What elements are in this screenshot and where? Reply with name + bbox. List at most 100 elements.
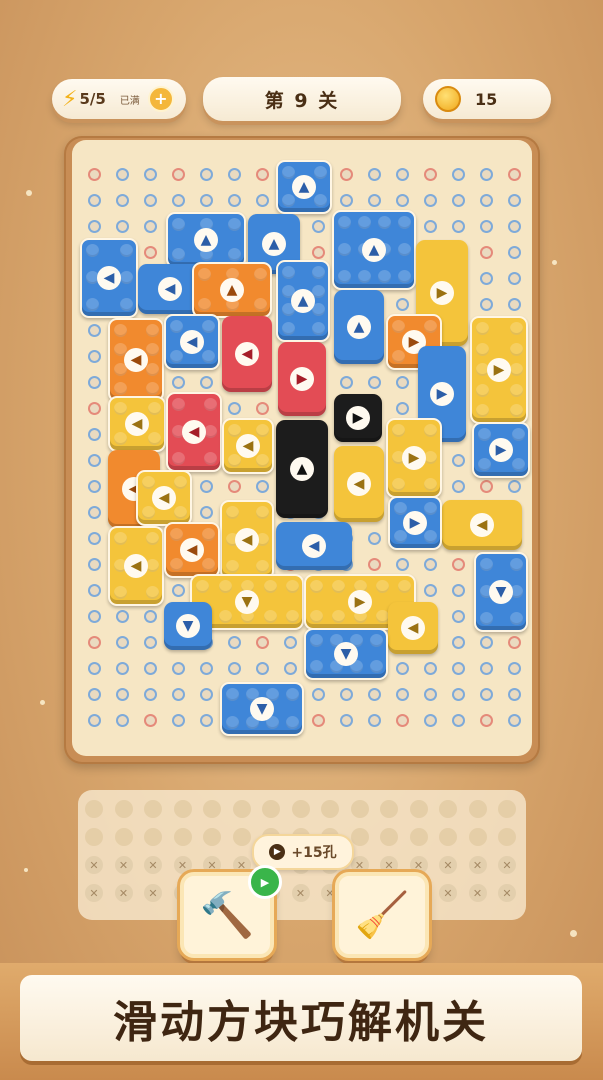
yellow-block[interactable]: ▶ <box>470 316 528 424</box>
block-stud <box>114 532 127 545</box>
tray-hole <box>468 828 487 846</box>
blue-block[interactable]: ◀ <box>80 238 138 318</box>
blue-block[interactable]: ▶ <box>388 496 442 550</box>
yellow-block[interactable]: ◀ <box>442 500 522 550</box>
orange-block[interactable]: ▲ <box>192 262 272 318</box>
blue-block[interactable]: ▼ <box>474 552 528 632</box>
locked-hole: ✕ <box>114 884 133 902</box>
block-stud <box>174 476 187 489</box>
yellow-block[interactable]: ◀ <box>334 446 384 522</box>
orange-block[interactable]: ◀ <box>164 522 220 578</box>
blue-block[interactable]: ▼ <box>220 682 304 736</box>
sparkle <box>24 868 28 872</box>
tray-hole <box>350 800 369 818</box>
peg-hole <box>90 560 99 569</box>
blue-block[interactable]: ▼ <box>304 628 388 680</box>
peg-hole <box>454 716 463 725</box>
peg-hole <box>202 716 211 725</box>
peg-hole <box>90 326 99 335</box>
tray-hole <box>439 800 457 818</box>
block-stud <box>172 248 185 261</box>
peg-hole <box>258 482 267 491</box>
peg-hole <box>90 612 99 621</box>
hammer-icon: 🔨 <box>199 890 255 941</box>
arrow-left-icon: ◀ <box>236 434 260 458</box>
peg-hole <box>118 612 127 621</box>
peg-hole <box>370 534 379 543</box>
yellow-block[interactable]: ▶ <box>386 418 442 498</box>
peg-hole <box>426 222 435 231</box>
yellow-block[interactable]: ◀ <box>388 602 438 654</box>
peg-hole <box>258 638 267 647</box>
yellow-block[interactable]: ◀ <box>136 470 192 526</box>
black-block[interactable]: ▶ <box>334 394 382 442</box>
yellow-block[interactable]: ◀ <box>108 526 164 606</box>
sparkle <box>570 930 577 937</box>
block-stud <box>120 244 133 257</box>
peg-hole <box>90 404 99 413</box>
block-stud <box>510 404 523 417</box>
broom-tool-button[interactable]: 🧹 <box>335 872 429 958</box>
peg-hole <box>454 638 463 647</box>
yellow-block[interactable]: ◀ <box>108 396 166 452</box>
energy-counter: ⚡ 5/5 已满 + <box>52 79 186 119</box>
arrow-up-icon: ▲ <box>290 457 314 481</box>
peg-hole <box>146 638 155 647</box>
block-stud <box>202 528 215 541</box>
block-stud <box>286 688 299 701</box>
blue-block[interactable]: ▲ <box>334 290 384 364</box>
yellow-block[interactable]: ◀ <box>220 500 274 580</box>
blue-block[interactable]: ▼ <box>164 602 212 650</box>
blue-block[interactable]: ▲ <box>276 160 332 214</box>
blue-block[interactable]: ▶ <box>472 422 530 478</box>
block-stud <box>424 424 437 437</box>
block-stud <box>358 270 371 283</box>
peg-hole <box>118 170 127 179</box>
tray-hole <box>350 828 369 846</box>
peg-hole <box>454 170 463 179</box>
block-stud <box>170 320 183 333</box>
block-stud <box>196 580 209 593</box>
red-block[interactable]: ◀ <box>222 316 272 392</box>
orange-block[interactable]: ◀ <box>108 318 164 402</box>
tray-hole <box>468 800 487 818</box>
block-stud <box>314 166 327 179</box>
black-block[interactable]: ▲ <box>276 420 328 518</box>
blue-block[interactable]: ▲ <box>332 210 416 290</box>
tray-hole <box>232 828 251 846</box>
peg-hole <box>510 300 519 309</box>
peg-hole <box>482 274 491 283</box>
yellow-block[interactable]: ◀ <box>222 418 274 474</box>
red-block[interactable]: ▶ <box>278 342 326 416</box>
peg-hole <box>202 508 211 517</box>
add-energy-button[interactable]: + <box>147 86 174 112</box>
sparkle <box>26 190 32 196</box>
block-stud <box>332 580 345 593</box>
red-block[interactable]: ◀ <box>166 392 222 472</box>
peg-hole <box>174 690 183 699</box>
block-stud <box>202 320 215 333</box>
block-stud <box>392 320 405 333</box>
block-stud <box>376 580 389 593</box>
peg-hole <box>454 222 463 231</box>
peg-hole <box>342 716 351 725</box>
block-stud <box>114 586 127 599</box>
arrow-down-icon: ▼ <box>176 614 200 638</box>
arrow-left-icon: ◀ <box>470 513 494 537</box>
peg-hole <box>118 222 127 231</box>
peg-hole <box>90 170 99 179</box>
block-stud <box>226 560 239 573</box>
block-stud <box>476 383 489 397</box>
coin-counter[interactable]: 15 <box>423 79 551 119</box>
peg-hole <box>426 690 435 699</box>
blue-block[interactable]: ▲ <box>166 212 246 268</box>
blue-block[interactable]: ◀ <box>164 314 220 370</box>
block-stud <box>338 270 351 283</box>
block-stud <box>476 404 489 417</box>
block-stud <box>394 530 407 543</box>
tray-hole <box>439 828 457 846</box>
peg-hole <box>454 690 463 699</box>
blue-block[interactable]: ▲ <box>276 260 330 342</box>
peg-hole <box>90 586 99 595</box>
blue-block[interactable]: ◀ <box>276 522 352 570</box>
